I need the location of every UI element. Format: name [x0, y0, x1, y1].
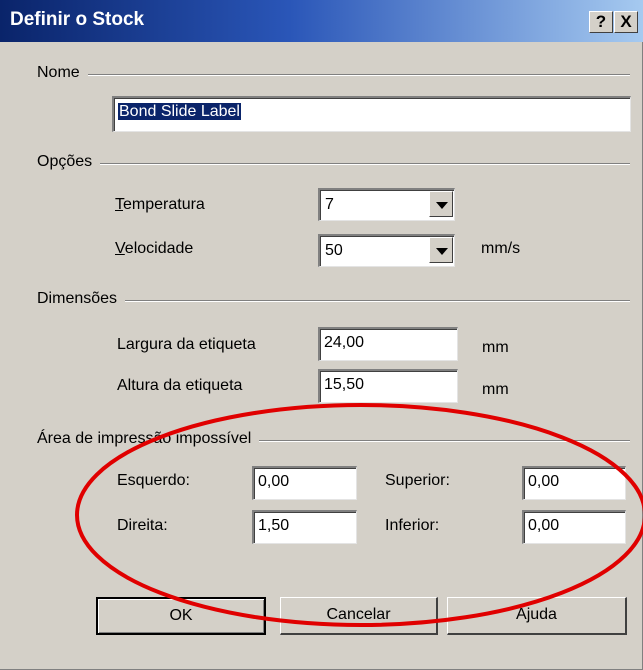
dimensoes-group-line — [40, 300, 630, 302]
largura-label: Largura da etiqueta — [117, 336, 256, 353]
direita-input[interactable]: 1,50 — [252, 510, 357, 544]
velocidade-unit: mm/s — [481, 240, 521, 257]
esquerdo-label: Esquerdo: — [117, 472, 190, 489]
temperatura-value: 7 — [325, 196, 334, 213]
area-group-label: Área de impressão impossível — [37, 430, 260, 448]
largura-value: 24,00 — [324, 334, 365, 351]
direita-value: 1,50 — [258, 517, 290, 534]
nome-input[interactable]: Bond Slide Label — [112, 96, 631, 132]
nome-group-line — [40, 74, 630, 76]
inferior-value: 0,00 — [528, 517, 560, 534]
altura-value: 15,50 — [324, 376, 365, 393]
superior-label: Superior: — [385, 472, 450, 489]
esquerdo-input[interactable]: 0,00 — [252, 466, 357, 500]
altura-unit: mm — [482, 381, 509, 398]
velocidade-label: Velocidade — [115, 240, 194, 257]
esquerdo-value: 0,00 — [258, 473, 290, 490]
opcoes-group-line — [40, 163, 630, 165]
nome-group-label: Nome — [37, 64, 88, 82]
title-bar[interactable]: Definir o Stock ? X — [0, 0, 643, 42]
altura-label: Altura da etiqueta — [117, 377, 243, 394]
largura-unit: mm — [482, 339, 509, 356]
superior-value: 0,00 — [528, 473, 560, 490]
define-stock-dialog: Definir o Stock ? X Nome Bond Slide Labe… — [0, 0, 643, 670]
velocidade-select[interactable]: 50 — [318, 234, 455, 267]
velocidade-value: 50 — [325, 242, 343, 259]
help-button[interactable]: ? — [589, 11, 613, 33]
largura-input[interactable]: 24,00 — [318, 327, 458, 361]
nome-value: Bond Slide Label — [118, 103, 241, 120]
inferior-input[interactable]: 0,00 — [522, 510, 626, 544]
velocidade-dropdown-arrow-icon[interactable] — [429, 237, 453, 263]
superior-input[interactable]: 0,00 — [522, 466, 626, 500]
direita-label: Direita: — [117, 517, 168, 534]
close-button[interactable]: X — [614, 11, 638, 33]
window-title: Definir o Stock — [10, 9, 145, 30]
temperatura-select[interactable]: 7 — [318, 188, 455, 221]
opcoes-group-label: Opções — [37, 153, 101, 171]
temperatura-dropdown-arrow-icon[interactable] — [429, 191, 453, 217]
ajuda-button[interactable]: Ajuda — [447, 597, 627, 635]
ok-button[interactable]: OK — [96, 597, 266, 635]
altura-input[interactable]: 15,50 — [318, 369, 458, 403]
temperatura-label: Temperatura — [115, 196, 205, 213]
dimensoes-group-label: Dimensões — [37, 290, 126, 308]
cancelar-button[interactable]: Cancelar — [280, 597, 438, 635]
inferior-label: Inferior: — [385, 517, 440, 534]
